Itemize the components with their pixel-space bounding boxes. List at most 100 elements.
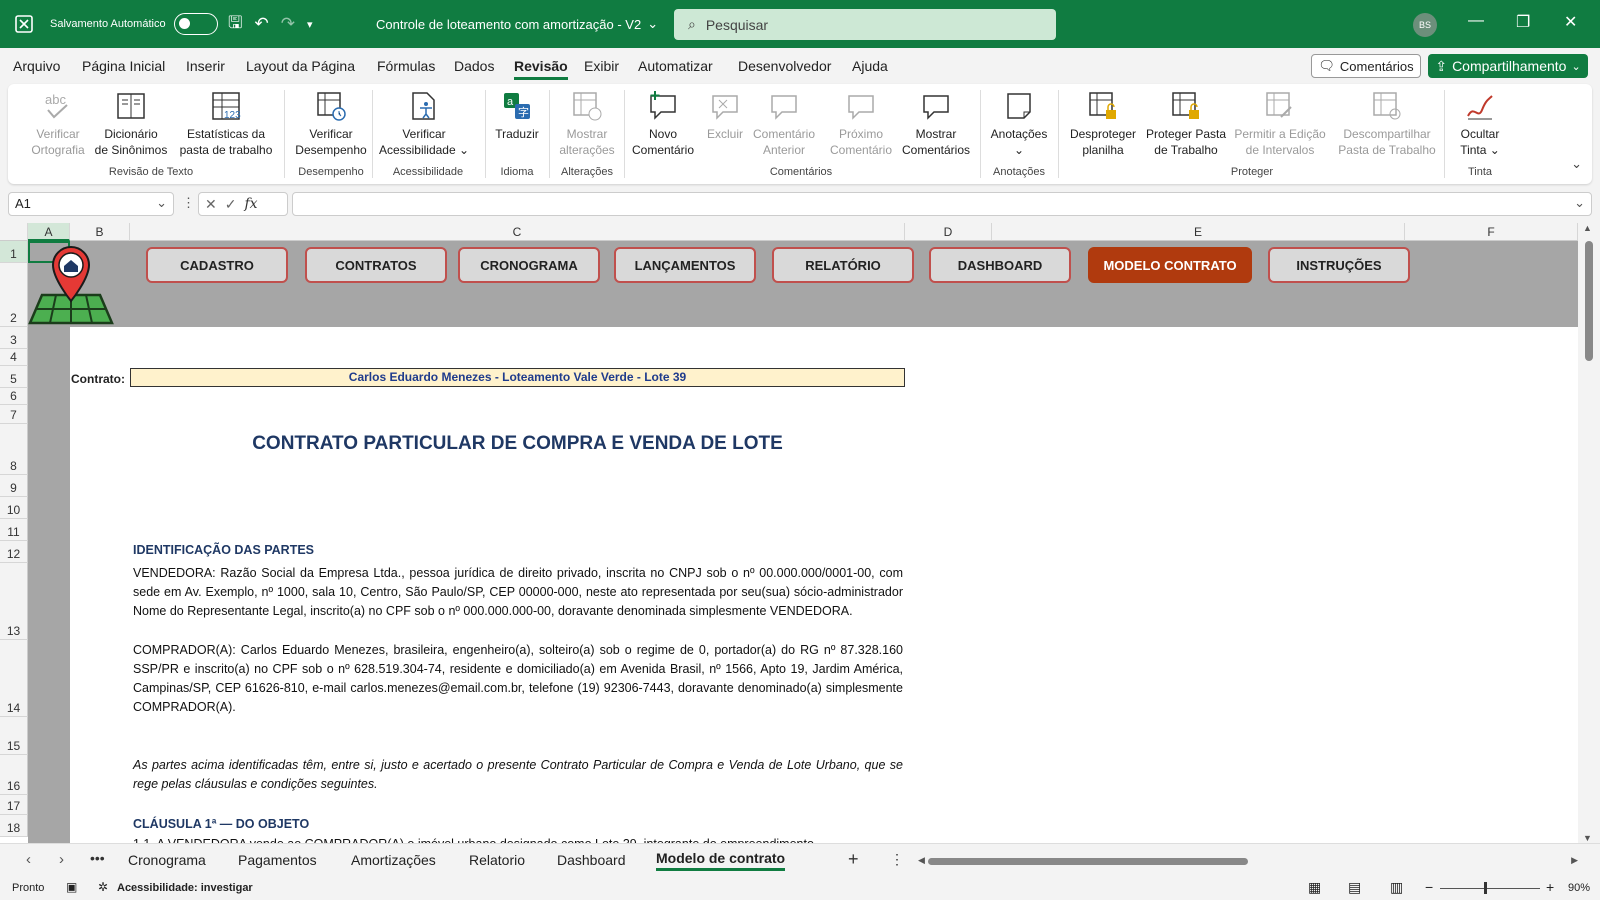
contract-select-cell[interactable]: Carlos Eduardo Menezes - Loteamento Vale… <box>130 368 905 387</box>
column-header-f[interactable]: F <box>1405 223 1578 241</box>
redo-icon[interactable]: ↷ <box>281 14 295 34</box>
translate-button[interactable]: a字 Traduzir <box>486 88 548 164</box>
row-header[interactable]: 14 <box>0 640 28 717</box>
row-header[interactable]: 4 <box>0 349 28 366</box>
page-layout-view-icon[interactable]: ▤ <box>1348 879 1361 896</box>
horizontal-scroll-thumb[interactable] <box>928 858 1248 865</box>
tab-scroll-right-icon[interactable]: › <box>59 851 64 868</box>
cancel-icon[interactable]: ✕ <box>205 196 217 213</box>
row-header[interactable]: 8 <box>0 424 28 475</box>
menu-dados[interactable]: Dados <box>454 58 494 74</box>
zoom-in-icon[interactable]: + <box>1546 879 1554 895</box>
menu-revisao[interactable]: Revisão <box>514 58 568 80</box>
nav-lancamentos-button[interactable]: LANÇAMENTOS <box>614 247 756 283</box>
previous-comment-button[interactable]: Comentário Anterior <box>748 88 820 164</box>
customize-toolbar-icon[interactable]: ▾ <box>307 18 313 31</box>
nav-modelo-contrato-button[interactable]: MODELO CONTRATO <box>1088 247 1252 283</box>
avatar[interactable]: BS <box>1413 13 1437 37</box>
tab-scroll-left-icon[interactable]: ‹ <box>26 851 31 868</box>
tab-pagamentos[interactable]: Pagamentos <box>238 852 317 868</box>
row-header[interactable]: 11 <box>0 519 28 541</box>
new-comment-button[interactable]: Novo Comentário <box>626 88 700 164</box>
nav-relatorio-button[interactable]: RELATÓRIO <box>772 247 914 283</box>
protect-workbook-button[interactable]: Proteger Pasta de Trabalho <box>1144 88 1228 164</box>
document-title[interactable]: Controle de loteamento com amortização -… <box>376 0 658 48</box>
save-icon[interactable]: 🖫 <box>228 10 242 39</box>
zoom-slider-thumb[interactable] <box>1484 882 1487 894</box>
select-all-corner[interactable] <box>0 223 28 241</box>
accessibility-status[interactable]: Acessibilidade: investigar <box>117 882 253 894</box>
ribbon-collapse-icon[interactable]: ⌄ <box>1571 156 1582 172</box>
column-header-e[interactable]: E <box>992 223 1405 241</box>
row-header[interactable]: 18 <box>0 815 28 837</box>
show-changes-button[interactable]: Mostrar alterações <box>552 88 622 164</box>
thesaurus-button[interactable]: Dicionário de Sinônimos <box>88 88 174 164</box>
insert-function-button[interactable]: fx <box>244 196 257 212</box>
row-header[interactable]: 1 <box>0 241 28 263</box>
minimize-icon[interactable]: — <box>1468 12 1484 30</box>
scroll-up-icon[interactable]: ▲ <box>1583 223 1592 233</box>
zoom-out-icon[interactable]: − <box>1425 879 1433 895</box>
row-header[interactable]: 12 <box>0 541 28 563</box>
comments-button[interactable]: 🗨 Comentários <box>1311 54 1421 78</box>
next-comment-button[interactable]: Próximo Comentário <box>826 88 896 164</box>
share-button[interactable]: ⇪ Compartilhamento ⌄ <box>1428 54 1588 78</box>
scroll-left-icon[interactable]: ◀ <box>918 855 925 866</box>
zoom-level[interactable]: 90% <box>1568 882 1590 894</box>
menu-formulas[interactable]: Fórmulas <box>377 58 435 74</box>
row-header[interactable]: 5 <box>0 366 28 388</box>
row-header[interactable]: 9 <box>0 475 28 497</box>
row-header[interactable]: 16 <box>0 755 28 795</box>
name-box[interactable]: A1 ⌄ <box>8 192 174 216</box>
row-header[interactable]: 7 <box>0 405 28 424</box>
vertical-scrollbar[interactable]: ▲ ▼ <box>1578 223 1600 843</box>
unprotect-sheet-button[interactable]: Desproteger planilha <box>1062 88 1144 164</box>
show-comments-button[interactable]: Mostrar Comentários <box>896 88 976 164</box>
formula-input[interactable]: ⌄ <box>292 192 1592 216</box>
nav-instrucoes-button[interactable]: INSTRUÇÕES <box>1268 247 1410 283</box>
accessibility-button[interactable]: Verificar Acessibilidade ⌄ <box>374 88 474 164</box>
vertical-scroll-thumb[interactable] <box>1585 241 1593 361</box>
autosave-control[interactable]: Salvamento Automático <box>50 0 218 48</box>
row-header[interactable]: 15 <box>0 717 28 755</box>
scroll-down-icon[interactable]: ▼ <box>1583 833 1592 843</box>
column-header-a[interactable]: A <box>28 223 70 241</box>
column-header-c[interactable]: C <box>130 223 905 241</box>
performance-button[interactable]: Verificar Desempenho <box>288 88 374 164</box>
nav-dashboard-button[interactable]: DASHBOARD <box>929 247 1071 283</box>
more-sheets-icon[interactable]: ••• <box>90 850 105 866</box>
notes-button[interactable]: Anotações ⌄ <box>986 88 1052 164</box>
unshare-workbook-button[interactable]: Descompartilhar Pasta de Trabalho <box>1332 88 1442 164</box>
normal-view-icon[interactable]: ▦ <box>1308 879 1321 896</box>
tab-dashboard[interactable]: Dashboard <box>557 852 626 868</box>
hide-ink-button[interactable]: Ocultar Tinta ⌄ <box>1448 88 1512 164</box>
search-box[interactable]: ⌕ Pesquisar <box>674 9 1056 40</box>
menu-inserir[interactable]: Inserir <box>186 58 225 74</box>
chevron-down-icon[interactable]: ⌄ <box>1574 195 1585 211</box>
nav-cadastro-button[interactable]: CADASTRO <box>146 247 288 283</box>
page-break-view-icon[interactable]: ▥ <box>1390 879 1403 896</box>
tab-amortizacoes[interactable]: Amortizações <box>351 852 436 868</box>
column-header-b[interactable]: B <box>70 223 130 241</box>
close-icon[interactable]: ✕ <box>1564 12 1577 32</box>
menu-layout[interactable]: Layout da Página <box>246 58 355 74</box>
menu-automatizar[interactable]: Automatizar <box>638 58 713 74</box>
add-sheet-icon[interactable]: + <box>848 849 859 870</box>
tab-options-icon[interactable]: ⋮ <box>890 851 904 868</box>
tab-cronograma[interactable]: Cronograma <box>128 852 206 868</box>
tab-modelo-de-contrato[interactable]: Modelo de contrato <box>656 850 786 871</box>
scroll-right-icon[interactable]: ▶ <box>1571 855 1578 866</box>
column-header-d[interactable]: D <box>905 223 992 241</box>
delete-comment-button[interactable]: Excluir <box>704 88 746 164</box>
row-header[interactable]: 17 <box>0 795 28 815</box>
row-header[interactable]: 6 <box>0 388 28 405</box>
zoom-slider[interactable] <box>1440 882 1540 894</box>
row-header[interactable]: 3 <box>0 327 28 349</box>
confirm-icon[interactable]: ✓ <box>225 196 237 213</box>
horizontal-scrollbar[interactable]: ◀ ▶ <box>918 855 1578 867</box>
spellcheck-button[interactable]: abc Verificar Ortografia <box>20 88 96 164</box>
menu-exibir[interactable]: Exibir <box>584 58 619 74</box>
restore-icon[interactable]: ❐ <box>1516 12 1530 32</box>
spreadsheet-grid[interactable]: A B C D E F 1 2 3 4 5 6 7 8 9 10 11 12 1… <box>0 223 1600 843</box>
workbook-stats-button[interactable]: 123 Estatísticas da pasta de trabalho <box>174 88 278 164</box>
